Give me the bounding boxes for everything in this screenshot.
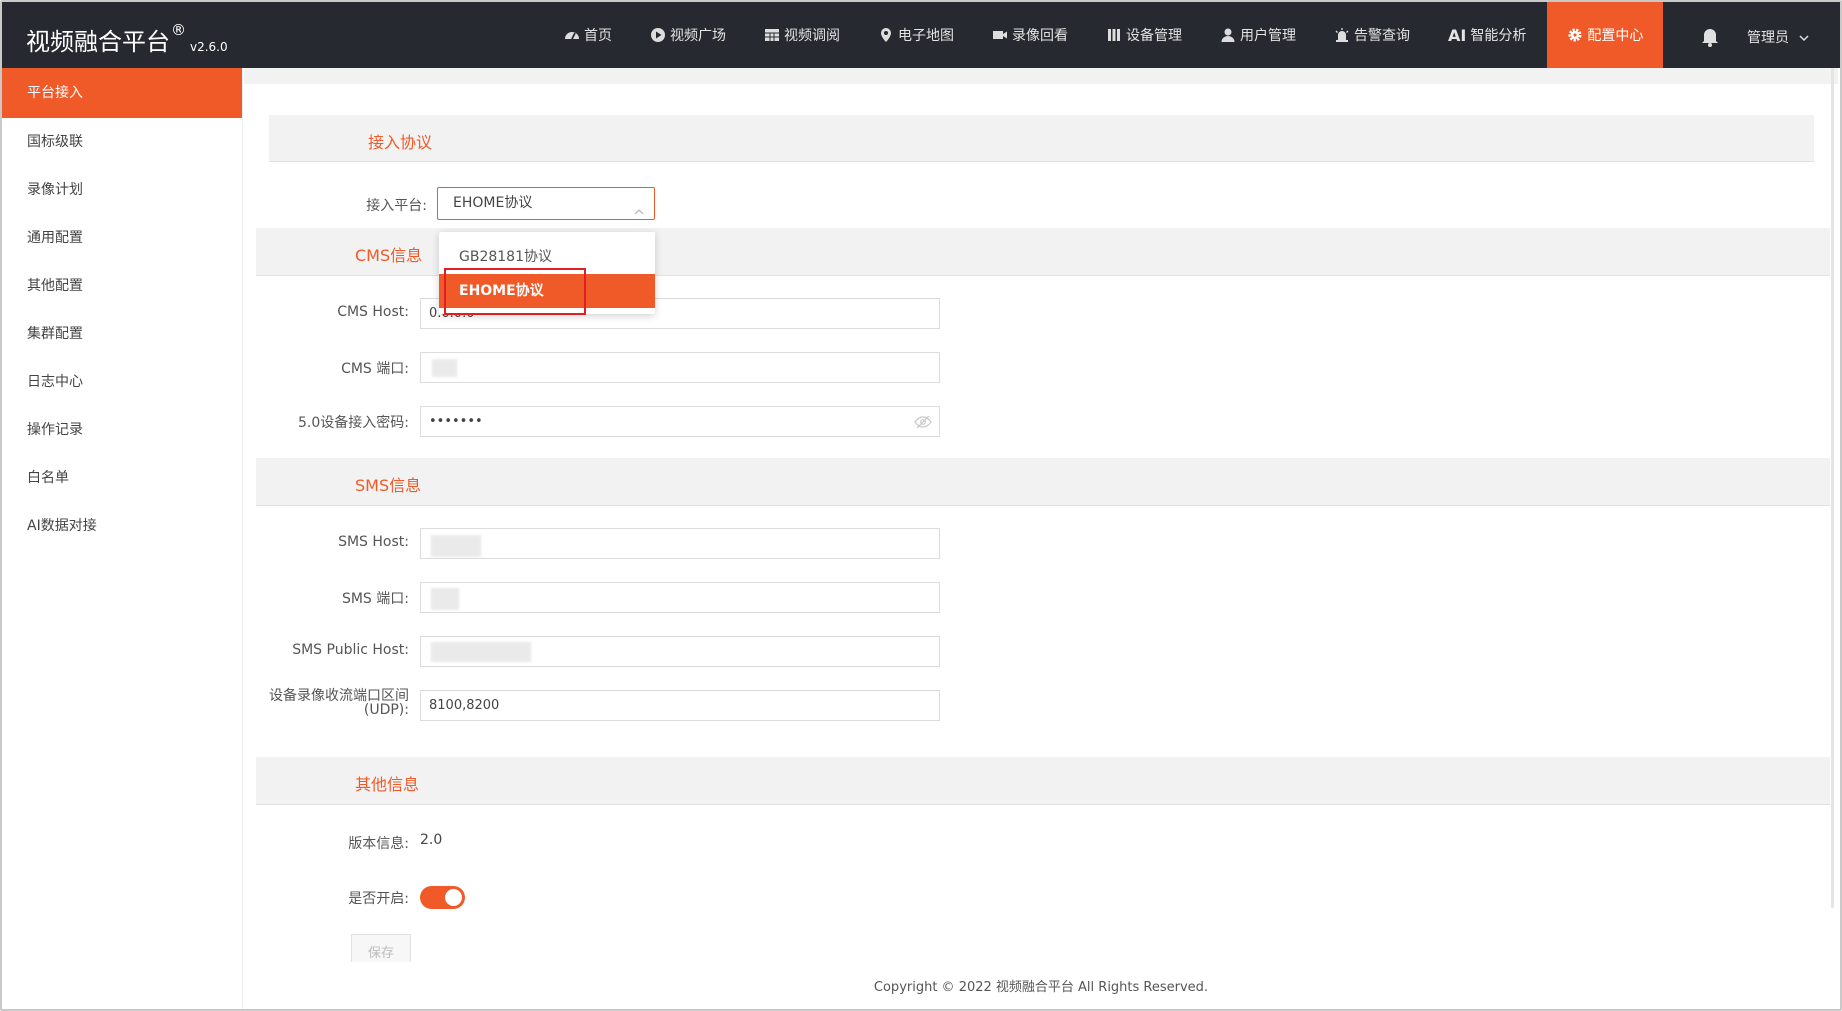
section-title-protocol: 接入协议 — [368, 133, 433, 152]
nav-label-devices: 设备管理 — [1126, 28, 1182, 44]
redacted-value — [432, 359, 457, 377]
nav-item-video-square[interactable]: 视频广场 — [631, 2, 745, 68]
password-label: 5.0设备接入密码: — [298, 415, 409, 431]
version-value: 2.0 — [420, 832, 443, 848]
sms-port-label: SMS 端口: — [341, 591, 409, 607]
password-input[interactable]: ••••••• — [420, 406, 940, 437]
sidebar-item-log-center[interactable]: 日志中心 — [2, 358, 242, 406]
redacted-value — [431, 588, 459, 610]
nav-label-ai-analysis: 智能分析 — [1470, 28, 1527, 44]
section-other: 其他信息 — [256, 757, 1830, 805]
udp-port-range-label: 设备录像收流端口区间 (UDP): — [249, 689, 409, 717]
redacted-value — [431, 535, 481, 557]
sidebar-item-record-plan[interactable]: 录像计划 — [2, 166, 242, 214]
main-content: 接入协议 接入平台: EHOME协议 CMS信息 GB28181协议 EHOME… — [244, 68, 1838, 1009]
user-icon — [1220, 27, 1236, 43]
sidebar-item-ai-data[interactable]: AI数据对接 — [2, 502, 242, 550]
gear-icon — [1567, 27, 1583, 43]
chevron-down-icon — [1799, 30, 1809, 46]
video-camera-icon — [992, 27, 1008, 43]
sms-port-input[interactable] — [420, 582, 940, 613]
scrollbar[interactable] — [1831, 68, 1834, 908]
platform-label: 接入平台: — [366, 198, 427, 214]
sidebar-item-gb-cascade[interactable]: 国标级联 — [2, 118, 242, 166]
eye-off-icon[interactable] — [914, 413, 932, 431]
alarm-icon — [1334, 27, 1350, 43]
sms-host-input[interactable] — [420, 528, 940, 559]
udp-port-range-input[interactable]: 8100,8200 — [420, 690, 940, 721]
cms-port-label: CMS 端口: — [341, 361, 409, 377]
udp-label-line1: 设备录像收流端口区间 — [269, 688, 409, 704]
sidebar-item-general-config[interactable]: 通用配置 — [2, 214, 242, 262]
nav-item-home[interactable]: 首页 — [545, 2, 631, 68]
content-top-strip — [244, 68, 1838, 84]
sms-public-host-label: SMS Public Host: — [292, 642, 409, 658]
nav-label-home: 首页 — [584, 28, 612, 44]
app-title: 视频融合平台 — [26, 28, 170, 56]
section-protocol: 接入协议 — [269, 115, 1814, 162]
udp-label-line2: (UDP): — [363, 702, 409, 718]
nav-item-map[interactable]: 电子地图 — [859, 2, 973, 68]
nav-label-video-view: 视频调阅 — [784, 28, 840, 44]
nav-item-users[interactable]: 用户管理 — [1201, 2, 1315, 68]
dashboard-icon — [564, 27, 580, 43]
highlight-box — [444, 268, 586, 315]
nav-item-video-view[interactable]: 视频调阅 — [745, 2, 859, 68]
enabled-toggle[interactable] — [420, 886, 465, 909]
platform-select-value: EHOME协议 — [453, 195, 533, 211]
section-title-cms: CMS信息 — [355, 246, 423, 265]
sms-public-host-input[interactable] — [420, 636, 940, 667]
nav-label-map: 电子地图 — [898, 28, 954, 44]
grid-icon — [764, 27, 780, 43]
nav-label-playback: 录像回看 — [1012, 28, 1068, 44]
nav-label-video-square: 视频广场 — [670, 28, 726, 44]
cms-port-input[interactable] — [420, 352, 940, 383]
cms-host-label: CMS Host: — [337, 304, 409, 320]
sidebar-item-cluster-config[interactable]: 集群配置 — [2, 310, 242, 358]
section-title-other: 其他信息 — [355, 775, 420, 794]
sidebar-item-operation-log[interactable]: 操作记录 — [2, 406, 242, 454]
nav-item-ai-analysis[interactable]: AI 智能分析 — [1429, 2, 1545, 68]
bell-icon[interactable] — [1698, 24, 1722, 48]
sms-host-label: SMS Host: — [338, 534, 409, 550]
platform-select[interactable]: EHOME协议 — [437, 187, 655, 220]
map-pin-icon — [878, 27, 894, 43]
main-nav: 首页 视频广场 视频调阅 电子地图 录像回看 设备管理 用户管理 告警查询 AI… — [545, 2, 1664, 68]
footer: Copyright © 2022 视频融合平台 All Rights Reser… — [244, 962, 1838, 1009]
nav-item-playback[interactable]: 录像回看 — [973, 2, 1087, 68]
device-icon — [1106, 27, 1122, 43]
nav-item-devices[interactable]: 设备管理 — [1087, 2, 1201, 68]
section-sms: SMS信息 — [256, 458, 1830, 506]
user-menu[interactable]: 管理员 — [1747, 27, 1809, 47]
app-window: 视频融合平台® v2.6.0 首页 视频广场 视频调阅 电子地图 录像回看 设备管… — [0, 0, 1842, 1011]
user-name: 管理员 — [1747, 30, 1789, 46]
play-circle-icon — [650, 27, 666, 43]
redacted-value — [431, 642, 531, 662]
top-nav-bar: 视频融合平台® v2.6.0 首页 视频广场 视频调阅 电子地图 录像回看 设备管… — [2, 2, 1840, 68]
sidebar: 平台接入 国标级联 录像计划 通用配置 其他配置 集群配置 日志中心 操作记录 … — [2, 68, 243, 1009]
nav-item-alarms[interactable]: 告警查询 — [1315, 2, 1429, 68]
nav-label-config-center: 配置中心 — [1587, 28, 1644, 44]
sidebar-item-platform-access[interactable]: 平台接入 — [2, 68, 242, 118]
registered-mark: ® — [171, 21, 186, 39]
app-version: v2.6.0 — [190, 40, 228, 54]
chevron-up-icon — [634, 198, 644, 215]
sidebar-item-other-config[interactable]: 其他配置 — [2, 262, 242, 310]
toggle-knob — [445, 889, 462, 906]
version-label: 版本信息: — [348, 836, 409, 852]
nav-label-alarms: 告警查询 — [1354, 28, 1410, 44]
section-title-sms: SMS信息 — [355, 476, 422, 495]
sidebar-item-whitelist[interactable]: 白名单 — [2, 454, 242, 502]
nav-label-users: 用户管理 — [1240, 28, 1296, 44]
ai-icon: AI — [1448, 25, 1467, 45]
nav-item-config-center[interactable]: 配置中心 — [1547, 2, 1664, 68]
app-brand[interactable]: 视频融合平台® v2.6.0 — [26, 21, 228, 57]
enabled-label: 是否开启: — [348, 891, 409, 907]
